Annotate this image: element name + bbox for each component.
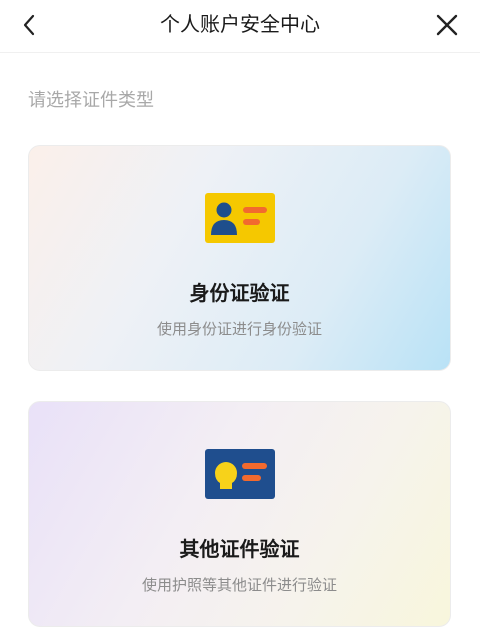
card-title: 身份证验证 (189, 281, 290, 305)
top-bar: 个人账户安全中心 (0, 0, 480, 53)
section-prompt: 请选择证件类型 (28, 90, 154, 111)
close-icon (436, 14, 458, 36)
card-title: 其他证件验证 (179, 537, 300, 561)
card-subtitle: 使用身份证进行身份验证 (156, 320, 322, 338)
card-subtitle: 使用护照等其他证件进行验证 (141, 576, 337, 594)
id-card-icon (205, 193, 275, 243)
id-card-verification-option[interactable]: 身份证验证 使用身份证进行身份验证 (28, 145, 451, 371)
document-card-icon (205, 449, 275, 499)
other-document-verification-option[interactable]: 其他证件验证 使用护照等其他证件进行验证 (28, 401, 451, 627)
page-title: 个人账户安全中心 (160, 12, 320, 36)
close-button[interactable] (432, 10, 462, 40)
